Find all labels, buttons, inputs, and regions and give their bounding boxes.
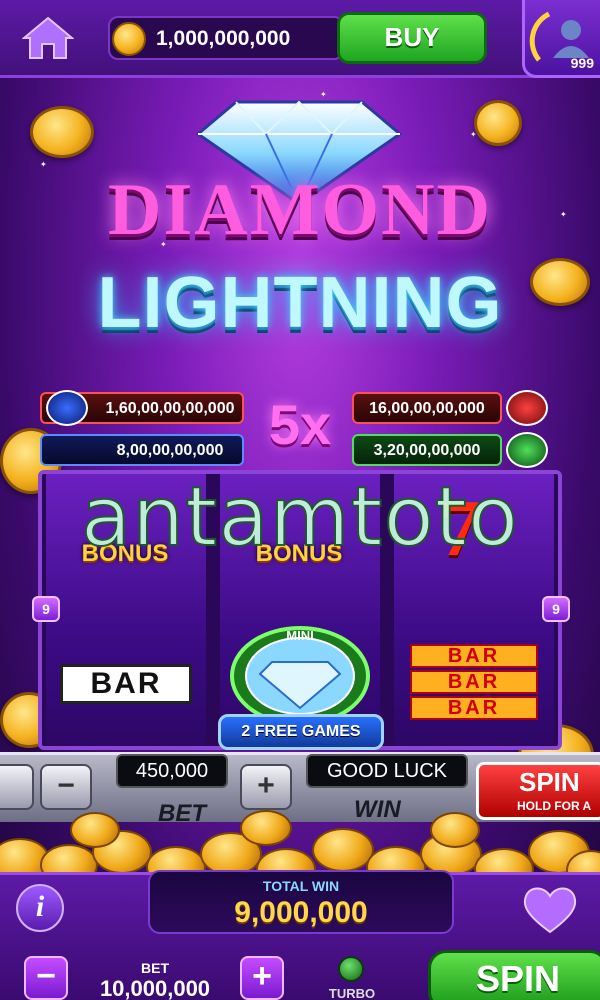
bet-label: BET — [141, 960, 169, 976]
jackpot-grand-badge — [46, 390, 88, 426]
jackpot-major: 8,00,00,00,000 — [40, 434, 244, 466]
panel-spin-label: SPIN — [519, 767, 580, 797]
player-level: 999 — [570, 55, 594, 71]
game-title-line-1: DIAMOND — [108, 169, 492, 251]
spin-button[interactable]: SPIN — [428, 950, 600, 1000]
gold-coin-decoration — [30, 106, 94, 158]
turbo-label: TURBO — [328, 986, 376, 1000]
coin-icon — [112, 22, 146, 56]
panel-bet-plus-button[interactable]: + — [240, 764, 292, 810]
total-win-box: TOTAL WIN 9,000,000 — [148, 870, 454, 934]
heart-icon — [523, 887, 577, 934]
panel-button-left-edge[interactable] — [0, 764, 34, 810]
pile-coin — [240, 810, 292, 846]
pile-coin — [312, 828, 374, 872]
payline-indicator-left: 9 — [32, 596, 60, 622]
mini-jackpot-symbol: MINI — [230, 626, 370, 724]
home-button[interactable] — [21, 16, 75, 60]
bet-decrease-button[interactable]: − — [24, 956, 68, 1000]
triple-bar-symbol: BAR BAR BAR — [410, 644, 538, 722]
turbo-toggle[interactable] — [338, 956, 364, 982]
bar-row: BAR — [410, 644, 538, 668]
free-games-badge: 2 FREE GAMES — [218, 714, 384, 750]
coin-balance: 1,000,000,000 — [156, 27, 291, 50]
profile-button[interactable]: 999 — [522, 0, 600, 78]
bet-value: 10,000,000 — [99, 976, 211, 1000]
coin-balance-box: 1,000,000,000 — [108, 16, 344, 60]
buy-button[interactable]: BUY — [337, 12, 487, 64]
jackpot-major-value: 8,00,00,00,000 — [116, 442, 224, 459]
jackpot-minor-badge — [506, 390, 548, 426]
pile-coin — [430, 812, 480, 848]
bar-row: BAR — [410, 696, 538, 720]
jackpot-mini-badge — [506, 432, 548, 468]
panel-bet-display: 450,000 — [116, 754, 228, 788]
watermark-text: antamtoto — [80, 469, 520, 566]
mini-label: MINI — [286, 628, 313, 643]
info-button[interactable]: i — [16, 884, 64, 932]
multiplier-badge: 5x — [268, 393, 332, 456]
jackpot-grand-value: 1,60,00,00,00,000 — [105, 400, 235, 417]
bar-row: BAR — [410, 670, 538, 694]
jackpot-minor: 16,00,00,00,000 — [352, 392, 502, 424]
jackpot-mini: 3,20,00,00,000 — [352, 434, 502, 466]
panel-bet-minus-button[interactable]: − — [40, 764, 92, 810]
gold-coin-decoration — [474, 100, 522, 146]
pile-coin — [70, 812, 120, 848]
game-title-line-2: LIGHTNING — [97, 263, 503, 343]
favorite-button[interactable] — [520, 884, 580, 936]
jackpot-mini-value: 3,20,00,00,000 — [373, 442, 481, 459]
slot-game-screen: ✦ ✦ ✦ ✦ ✦ 1,000,000,000 BUY 999 DIAMOND … — [0, 0, 600, 1000]
total-win-value: 9,000,000 — [234, 896, 368, 929]
jackpot-minor-value: 16,00,00,00,000 — [369, 400, 485, 417]
panel-message-display: GOOD LUCK — [306, 754, 468, 788]
home-icon — [21, 16, 75, 59]
top-bar: 1,000,000,000 BUY 999 — [0, 0, 600, 78]
bar-symbol: BAR — [60, 664, 192, 704]
bet-increase-button[interactable]: + — [240, 956, 284, 1000]
total-win-label: TOTAL WIN — [262, 878, 340, 894]
payline-indicator-right: 9 — [542, 596, 570, 622]
